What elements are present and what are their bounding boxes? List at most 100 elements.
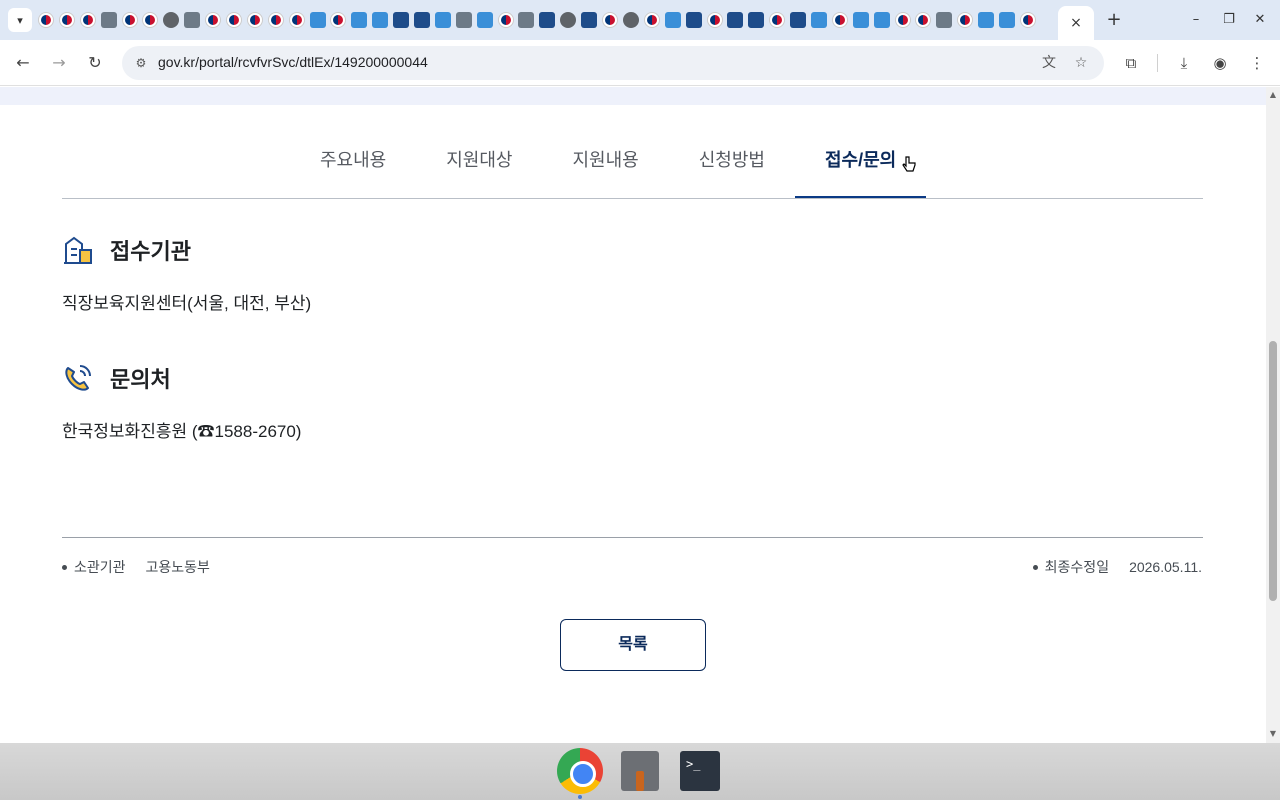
address-bar[interactable]: ⚙ gov.kr/portal/rcvfvrSvc/dtlEx/14920000… (122, 46, 1104, 80)
contact-section: 문의처 한국정보화진흥원 (☎1588-2670) (62, 361, 301, 442)
tab-favicon-icon[interactable] (100, 12, 117, 28)
tab-favicon-icon[interactable] (205, 12, 222, 28)
tab-favicon-icon[interactable] (414, 12, 431, 28)
tab-search-chevron-icon[interactable]: ▾ (8, 8, 32, 32)
reception-body: 직장보육지원센터(서울, 대전, 부산) (62, 294, 312, 313)
tab-favicon-icon[interactable] (622, 12, 639, 28)
tab-favicon-icon[interactable] (873, 12, 890, 28)
tab-favicon-icon[interactable] (894, 12, 911, 28)
agency-meta: 소관기관 고용노동부 (62, 557, 210, 577)
page-scrollbar[interactable]: ▲ ▼ (1266, 87, 1280, 743)
tab-favicon-icon[interactable] (184, 12, 201, 28)
bookmark-star-icon[interactable]: ☆ (1072, 54, 1090, 72)
updated-value: 2026.05.11. (1129, 559, 1202, 575)
updated-meta: 최종수정일 2026.05.11. (1032, 557, 1202, 577)
restore-icon[interactable]: ❐ (1219, 10, 1239, 30)
browser-tab-strip: ▾ × + – ❐ ✕ (0, 0, 1280, 40)
tab-favicon-icon[interactable] (602, 12, 619, 28)
browser-menu-icon[interactable]: ⋮ (1247, 53, 1267, 73)
page-content: 주요내용 지원대상 지원내용 신청방법 접수/문의 접수기관 직장보육지원센터(… (0, 87, 1266, 743)
tab-favicon-icon[interactable] (142, 12, 159, 28)
tab-favicon-icon[interactable] (560, 12, 577, 28)
site-info-icon[interactable]: ⚙ (132, 54, 150, 72)
tab-favicon-icon[interactable] (226, 12, 243, 28)
tab-favicon-icon[interactable] (685, 12, 702, 28)
agency-value: 고용노동부 (145, 559, 210, 575)
tab-favicon-icon[interactable] (455, 12, 472, 28)
tab-favicon-icon[interactable] (852, 12, 869, 28)
tab-favicon-icon[interactable] (79, 12, 96, 28)
tab-favicon-icon[interactable] (810, 12, 827, 28)
running-indicator (578, 795, 582, 799)
contact-title: 문의처 (110, 367, 171, 392)
tab-favicon-icon[interactable] (706, 12, 723, 28)
chrome-app-icon[interactable] (556, 747, 604, 795)
downloads-icon[interactable]: ⤓ (1174, 53, 1194, 73)
tab-favicon-icon[interactable] (998, 12, 1015, 28)
minimize-icon[interactable]: – (1186, 10, 1206, 30)
close-window-icon[interactable]: ✕ (1250, 10, 1270, 30)
phone-icon (62, 362, 94, 394)
extensions-icon[interactable]: ⧉ (1121, 53, 1141, 73)
tab-favicon-icon[interactable] (497, 12, 514, 28)
back-button[interactable]: ← (12, 52, 34, 74)
tab-favicon-icon[interactable] (434, 12, 451, 28)
tab-favicon-icon[interactable] (539, 12, 556, 28)
tab-support-details[interactable]: 지원내용 (543, 135, 669, 199)
detail-tabs: 주요내용 지원대상 지원내용 신청방법 접수/문의 (290, 135, 927, 199)
tabs-divider (62, 198, 1203, 199)
list-button[interactable]: 목록 (560, 619, 706, 671)
tab-favicon-icon[interactable] (288, 12, 305, 28)
tab-favicon-icon[interactable] (727, 12, 744, 28)
tab-favicon-icon[interactable] (790, 12, 807, 28)
translate-icon[interactable]: 文 (1040, 54, 1058, 72)
scroll-down-icon[interactable]: ▼ (1268, 729, 1278, 739)
tab-favicon-icon[interactable] (246, 12, 263, 28)
tab-favicon-icon[interactable] (372, 12, 389, 28)
tab-favicon-icon[interactable] (1019, 12, 1036, 28)
scroll-thumb[interactable] (1269, 341, 1277, 601)
toolbox-app-icon[interactable] (616, 747, 664, 795)
tab-favicon-icon[interactable] (330, 12, 347, 28)
tab-application-method[interactable]: 신청방법 (669, 135, 795, 199)
contact-body: 한국정보화진흥원 (☎1588-2670) (62, 422, 302, 441)
tab-favicon-icon[interactable] (38, 12, 54, 28)
tab-favicon-icon[interactable] (936, 12, 953, 28)
new-tab-button[interactable]: + (1104, 10, 1124, 30)
tab-favicon-icon[interactable] (769, 12, 786, 28)
forward-button[interactable]: → (48, 52, 70, 74)
tab-favicon-icon[interactable] (518, 12, 535, 28)
bullet-icon (62, 564, 67, 570)
building-icon (62, 234, 94, 266)
url-text[interactable]: gov.kr/portal/rcvfvrSvc/dtlEx/1492000000… (158, 54, 428, 70)
active-tab[interactable]: × (1058, 6, 1094, 40)
tab-favicon-icon[interactable] (58, 12, 75, 28)
tab-favicon-icon[interactable] (121, 12, 138, 28)
tab-favicon-icon[interactable] (915, 12, 932, 28)
tab-favicon-icon[interactable] (267, 12, 284, 28)
tab-favicon-icon[interactable] (978, 12, 995, 28)
tab-favicon-icon[interactable] (957, 12, 974, 28)
reception-title: 접수기관 (110, 239, 191, 264)
tab-favicon-icon[interactable] (393, 12, 410, 28)
hand-cursor-icon (902, 156, 916, 174)
reception-section: 접수기관 직장보육지원센터(서울, 대전, 부산) (62, 233, 311, 314)
terminal-app-icon[interactable]: >_ (676, 747, 724, 795)
tab-favicon-icon[interactable] (309, 12, 326, 28)
tab-favicon-icon[interactable] (351, 12, 368, 28)
tab-favicon-icon[interactable] (831, 12, 848, 28)
tab-favicon-icon[interactable] (476, 12, 493, 28)
agency-label: 소관기관 (74, 559, 126, 575)
profile-icon[interactable]: ◉ (1210, 53, 1230, 73)
reload-button[interactable]: ↻ (84, 52, 106, 74)
tab-main-content[interactable]: 주요내용 (290, 135, 416, 199)
tab-favicon-icon[interactable] (664, 12, 681, 28)
close-tab-icon[interactable]: × (1070, 15, 1082, 31)
scroll-up-icon[interactable]: ▲ (1268, 90, 1278, 100)
tab-eligibility[interactable]: 지원대상 (416, 135, 542, 199)
tab-favicon-icon[interactable] (581, 12, 598, 28)
pinned-tabs[interactable] (38, 10, 1058, 30)
tab-favicon-icon[interactable] (163, 12, 180, 28)
tab-favicon-icon[interactable] (643, 12, 660, 28)
tab-favicon-icon[interactable] (748, 12, 765, 28)
